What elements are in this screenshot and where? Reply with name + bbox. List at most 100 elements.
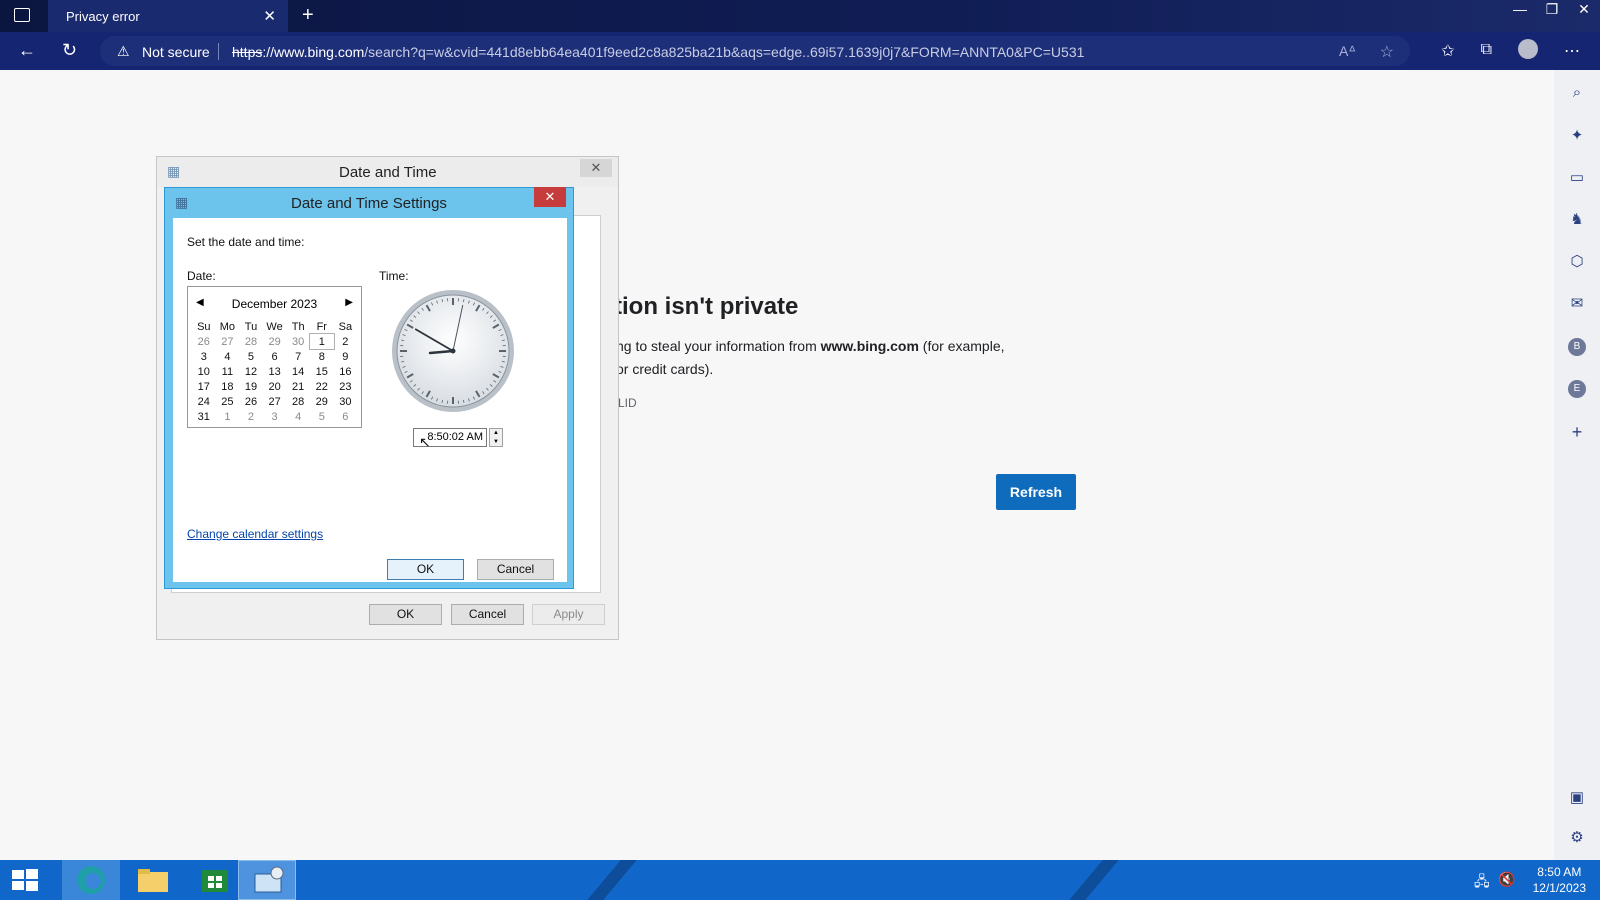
calendar[interactable]: ◀ December 2023 ▶ SuMoTuWeThFrSa 2627282… [187,286,362,428]
dialog-app-icon: ▦ [167,163,180,180]
ok-button[interactable]: OK [369,604,442,625]
calendar-day[interactable]: 3 [192,349,216,364]
calendar-day[interactable]: 15 [310,364,334,379]
calendar-day[interactable]: 14 [286,364,310,379]
calendar-day[interactable]: 6 [263,349,287,364]
system-clock[interactable]: 8:50 AM 12/1/2023 [1533,864,1586,896]
calendar-day[interactable]: 18 [216,379,240,394]
calendar-day[interactable]: 30 [286,334,310,349]
calendar-day[interactable]: 23 [334,379,358,394]
calendar-day[interactable]: 10 [192,364,216,379]
settings-close-button[interactable]: ✕ [534,187,566,207]
calendar-day[interactable]: 2 [239,409,263,424]
collections-icon[interactable]: ⧉ [1481,41,1492,61]
restore-icon[interactable]: ❐ [1536,0,1568,32]
copilot-icon[interactable]: ✦ [1566,126,1588,144]
dialog-close-button[interactable]: ✕ [580,159,612,177]
calendar-day[interactable]: 19 [239,379,263,394]
calendar-day[interactable]: 17 [192,379,216,394]
games-icon[interactable]: ♞ [1566,210,1588,228]
app-e-icon[interactable]: E [1568,380,1586,398]
tools-icon[interactable]: ▭ [1566,168,1588,186]
taskbar-edge[interactable] [62,860,120,900]
calendar-day[interactable]: 3 [263,409,287,424]
calendar-day[interactable]: 13 [263,364,287,379]
calendar-day[interactable]: 12 [239,364,263,379]
calendar-day[interactable]: 11 [216,364,240,379]
settings-cancel-button[interactable]: Cancel [477,559,554,580]
network-icon[interactable]: 🖧 [1474,871,1490,895]
next-month-icon[interactable]: ▶ [345,297,353,308]
calendar-day[interactable]: 28 [286,394,310,409]
calendar-day[interactable]: 5 [310,409,334,424]
apply-button[interactable]: Apply [532,604,605,625]
calendar-day[interactable]: 24 [192,394,216,409]
time-label: Time: [379,269,409,283]
calendar-day[interactable]: 6 [334,409,358,424]
dialog-title-bar[interactable]: ▦ Date and Time ✕ [157,157,618,187]
calendar-day[interactable]: 21 [286,379,310,394]
calendar-day[interactable]: 20 [263,379,287,394]
tab-actions-icon[interactable] [14,8,30,22]
calendar-day[interactable]: 27 [263,394,287,409]
volume-muted-icon[interactable]: 🔇 [1498,871,1515,888]
taskbar-store[interactable] [186,860,244,900]
url-path: /search?q=w&cvid=441d8ebb64ea401f9eed2c8… [364,44,1084,60]
calendar-day[interactable]: 26 [192,334,216,349]
minimize-icon[interactable]: — [1504,0,1536,32]
new-tab-button[interactable]: + [302,4,314,27]
tab-close-icon[interactable]: ✕ [263,7,276,25]
calendar-day[interactable]: 4 [286,409,310,424]
add-favorite-icon[interactable]: ☆ [1380,42,1394,62]
outlook-icon[interactable]: ✉ [1566,294,1588,312]
url-host: ://www.bing.com [262,44,364,60]
app-b-icon[interactable]: B [1568,338,1586,356]
calendar-day[interactable]: 8 [310,349,334,364]
cancel-button[interactable]: Cancel [451,604,524,625]
spin-down-icon[interactable]: ▼ [490,438,502,447]
back-icon[interactable]: ← [18,40,36,61]
favorites-icon[interactable]: ✩ [1441,41,1454,61]
calendar-day[interactable]: 25 [216,394,240,409]
time-spinner[interactable]: ▲▼ [489,428,503,447]
calendar-day[interactable]: 7 [286,349,310,364]
not-secure-label[interactable]: Not secure [142,44,210,60]
address-bar[interactable]: ⚠ Not secure https://www.bing.com/search… [100,36,1410,66]
calendar-day[interactable]: 1 [310,334,334,349]
calendar-day[interactable]: 29 [263,334,287,349]
calendar-day[interactable]: 31 [192,409,216,424]
warning-icon[interactable]: ⚠ [117,43,130,60]
calendar-day[interactable]: 5 [239,349,263,364]
close-window-icon[interactable]: ✕ [1568,0,1600,32]
sidebar-collapse-icon[interactable]: ▣ [1566,788,1588,806]
calendar-day[interactable]: 29 [310,394,334,409]
refresh-icon[interactable]: ↻ [62,40,77,61]
office-icon[interactable]: ⬡ [1566,252,1588,270]
calendar-day[interactable]: 28 [239,334,263,349]
sidebar-settings-icon[interactable]: ⚙ [1566,828,1588,846]
calendar-day[interactable]: 30 [334,394,358,409]
calendar-day[interactable]: 2 [334,334,358,349]
spin-up-icon[interactable]: ▲ [490,429,502,438]
calendar-day[interactable]: 16 [334,364,358,379]
start-button[interactable] [0,860,58,900]
taskbar-file-explorer[interactable] [124,860,182,900]
calendar-day[interactable]: 27 [216,334,240,349]
profile-icon[interactable] [1518,39,1538,59]
search-icon[interactable]: ⌕ [1566,84,1588,101]
calendar-month-year[interactable]: December 2023 [188,297,361,311]
calendar-day[interactable]: 22 [310,379,334,394]
calendar-day[interactable]: 1 [216,409,240,424]
settings-ok-button[interactable]: OK [387,559,464,580]
tab-privacy-error[interactable]: Privacy error ✕ [48,0,288,32]
more-options-icon[interactable]: ⋯ [1564,41,1580,61]
calendar-day[interactable]: 9 [334,349,358,364]
read-aloud-icon[interactable]: Aᐞ [1339,43,1356,60]
calendar-day[interactable]: 4 [216,349,240,364]
url-text[interactable]: https://www.bing.com/search?q=w&cvid=441… [232,44,1084,60]
add-app-icon[interactable]: + [1566,422,1588,443]
taskbar-control-panel[interactable] [238,860,296,900]
refresh-button[interactable]: Refresh [996,474,1076,510]
change-calendar-settings-link[interactable]: Change calendar settings [187,527,323,541]
calendar-day[interactable]: 26 [239,394,263,409]
